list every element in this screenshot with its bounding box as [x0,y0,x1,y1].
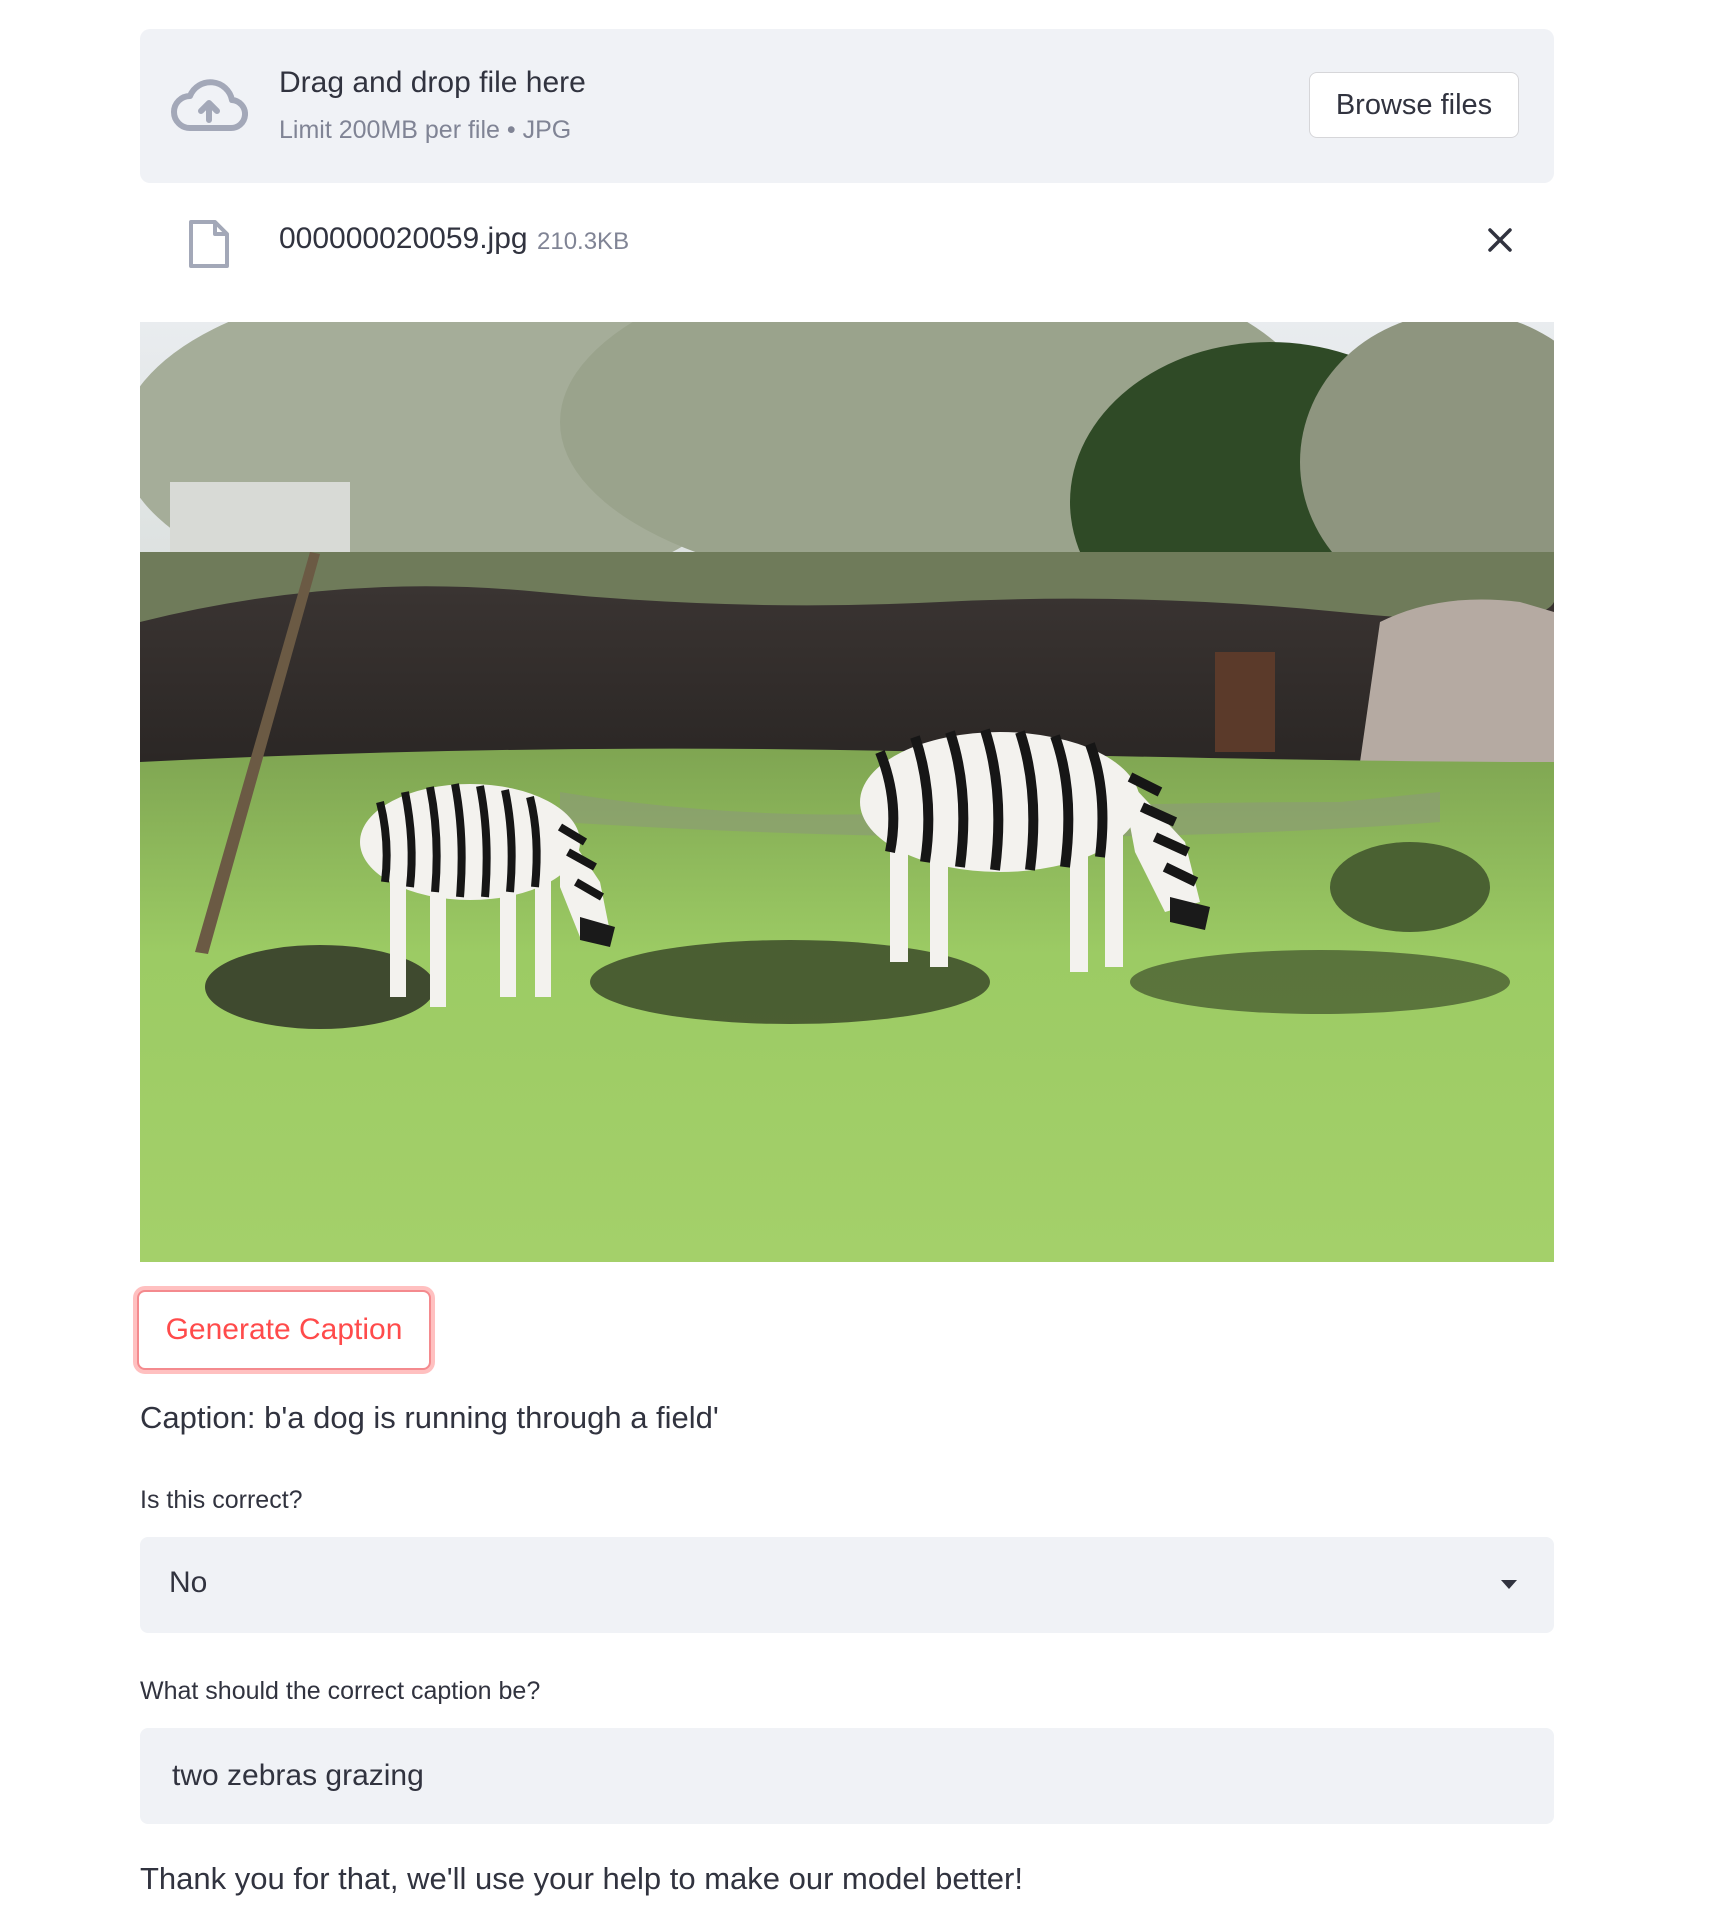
dropzone-title: Drag and drop file here [279,66,586,99]
correctness-select[interactable] [140,1537,1554,1633]
correction-label: What should the correct caption be? [140,1677,541,1705]
close-icon[interactable] [1482,222,1518,258]
chevron-down-icon[interactable] [1500,1578,1518,1590]
dropzone-limit-text: Limit 200MB per file • JPG [279,116,572,144]
correctness-label: Is this correct? [140,1486,303,1514]
uploaded-image [140,322,1554,1262]
uploaded-file-name: 000000020059.jpg [279,222,528,255]
caption-result: Caption: b'a dog is running through a fi… [140,1400,719,1435]
browse-files-button[interactable]: Browse files [1309,72,1519,138]
cloud-upload-icon [171,79,248,132]
uploaded-file-size: 210.3KB [537,228,630,255]
correction-input[interactable] [140,1728,1554,1824]
file-icon [189,220,229,268]
generate-caption-button[interactable]: Generate Caption [137,1290,431,1370]
thank-you-message: Thank you for that, we'll use your help … [140,1861,1023,1896]
correctness-selected-value: No [169,1566,208,1599]
